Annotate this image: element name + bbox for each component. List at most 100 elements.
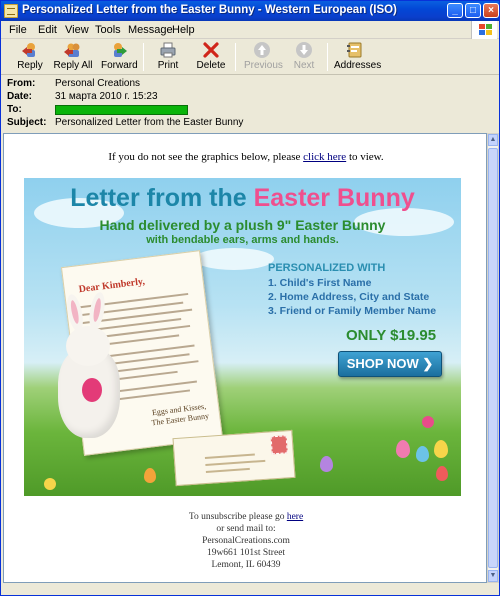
message-envelope-icon bbox=[4, 4, 18, 18]
previous-label: Previous bbox=[244, 60, 283, 71]
banner-subtitle: Hand delivered by a plush 9" Easter Bunn… bbox=[99, 217, 386, 233]
reply-all-icon bbox=[64, 43, 80, 57]
to-redacted-recipient bbox=[55, 105, 188, 115]
subject-value: Personalized Letter from the Easter Bunn… bbox=[55, 117, 244, 128]
previous-button[interactable]: Previous bbox=[244, 41, 283, 71]
banner-title-part: Letter from the bbox=[70, 184, 254, 212]
subject-label: Subject: bbox=[7, 117, 47, 128]
print-button[interactable]: Print bbox=[153, 41, 183, 71]
bunny-head bbox=[66, 326, 110, 366]
forward-label: Forward bbox=[101, 60, 138, 71]
bunny-bow bbox=[82, 378, 102, 402]
envelope-image bbox=[172, 429, 296, 487]
banner-title-highlight: Easter Bunny bbox=[253, 184, 415, 212]
easter-egg bbox=[144, 468, 156, 483]
personalized-item: 2. Home Address, City and State bbox=[268, 291, 430, 303]
reply-icon bbox=[22, 43, 35, 57]
next-button[interactable]: Next bbox=[289, 41, 319, 71]
city-address: Lemont, IL 60439 bbox=[211, 560, 281, 570]
stamp-icon bbox=[270, 435, 288, 455]
maximize-button[interactable]: □ bbox=[465, 3, 481, 18]
banner-title: Letter from the Easter Bunny bbox=[24, 184, 461, 213]
minimize-button[interactable]: _ bbox=[447, 3, 463, 18]
vertical-scrollbar[interactable]: ▲ ▼ bbox=[487, 133, 499, 583]
easter-bunny-banner[interactable]: Letter from the Easter Bunny Hand delive… bbox=[24, 178, 461, 496]
street-address: 19w661 101st Street bbox=[206, 548, 286, 558]
scroll-up-arrow-icon[interactable]: ▲ bbox=[488, 134, 498, 146]
reply-label: Reply bbox=[17, 60, 43, 71]
date-label: Date: bbox=[7, 91, 33, 102]
toolbar-separator bbox=[143, 43, 144, 71]
to-label: To: bbox=[7, 104, 22, 115]
printer-icon bbox=[160, 42, 176, 58]
menu-edit[interactable]: Edit bbox=[38, 24, 57, 36]
menu-bar: File Edit View Tools Message Help bbox=[1, 21, 499, 39]
reply-all-label: Reply All bbox=[53, 60, 93, 71]
graphics-notice: If you do not see the graphics below, pl… bbox=[4, 151, 486, 163]
forward-button[interactable]: Forward bbox=[101, 41, 138, 71]
window-title: Personalized Letter from the Easter Bunn… bbox=[22, 4, 397, 16]
message-headers: From: Personal Creations Date: 31 марта … bbox=[1, 76, 499, 130]
company-name: PersonalCreations.com bbox=[202, 536, 290, 546]
delete-x-icon bbox=[203, 42, 219, 58]
reply-button[interactable]: Reply bbox=[13, 41, 47, 71]
menu-message[interactable]: Message bbox=[128, 24, 173, 36]
message-body[interactable]: If you do not see the graphics below, pl… bbox=[3, 133, 487, 583]
toolbar-separator bbox=[327, 43, 328, 71]
unsubscribe-link[interactable]: here bbox=[287, 512, 303, 522]
mail-window: Personalized Letter from the Easter Bunn… bbox=[0, 0, 500, 596]
shop-now-button[interactable]: SHOP NOW ❯ bbox=[338, 351, 442, 377]
banner-subtitle-2: with bendable ears, arms and hands. bbox=[146, 234, 339, 246]
menu-tools[interactable]: Tools bbox=[95, 24, 121, 36]
from-label: From: bbox=[7, 78, 36, 89]
easter-egg bbox=[436, 466, 448, 481]
personalized-item: 1. Child's First Name bbox=[268, 277, 372, 289]
next-label: Next bbox=[293, 60, 315, 71]
forward-icon bbox=[114, 43, 127, 57]
personalized-item: 3. Friend or Family Member Name bbox=[268, 305, 437, 317]
flower bbox=[44, 478, 56, 490]
close-button[interactable]: × bbox=[483, 3, 499, 18]
toolbar: Reply Reply All Forward Print Delete Pre… bbox=[1, 39, 499, 75]
easter-egg bbox=[434, 440, 448, 458]
easter-egg bbox=[416, 446, 429, 462]
notice-text-post: to view. bbox=[346, 151, 384, 163]
cloud bbox=[194, 248, 274, 270]
addresses-button[interactable]: Addresses bbox=[334, 41, 382, 71]
click-here-link[interactable]: click here bbox=[303, 151, 346, 163]
scroll-down-arrow-icon[interactable]: ▼ bbox=[488, 570, 498, 582]
down-arrow-icon bbox=[296, 42, 312, 58]
addresses-label: Addresses bbox=[334, 60, 382, 71]
to-row: To: bbox=[7, 104, 207, 116]
envelope-address-line bbox=[204, 453, 255, 460]
mail-to-line: or send mail to: bbox=[216, 524, 276, 534]
menu-file[interactable]: File bbox=[9, 24, 27, 36]
windows-logo-icon bbox=[471, 21, 497, 39]
letter-greeting: Dear Kimberly, bbox=[78, 276, 146, 296]
address-book-icon bbox=[347, 42, 362, 58]
from-value: Personal Creations bbox=[55, 78, 141, 89]
easter-egg bbox=[320, 456, 333, 472]
envelope-address-line bbox=[205, 467, 250, 473]
up-arrow-icon bbox=[254, 42, 270, 58]
menu-view[interactable]: View bbox=[65, 24, 89, 36]
date-value: 31 марта 2010 г. 15:23 bbox=[55, 91, 158, 102]
unsubscribe-text: To unsubscribe please go bbox=[188, 512, 287, 522]
reply-all-button[interactable]: Reply All bbox=[53, 41, 93, 71]
envelope-address-line bbox=[205, 459, 266, 467]
toolbar-separator bbox=[235, 43, 236, 71]
flower bbox=[422, 416, 434, 428]
title-bar[interactable]: Personalized Letter from the Easter Bunn… bbox=[1, 1, 499, 21]
status-bar bbox=[1, 583, 499, 595]
print-label: Print bbox=[157, 60, 179, 71]
letter-signature: Eggs and Kisses, The Easter Bunny bbox=[151, 401, 210, 428]
unsubscribe-line: To unsubscribe please go here bbox=[4, 512, 486, 522]
easter-egg bbox=[396, 440, 410, 458]
personalized-title: PERSONALIZED WITH bbox=[268, 262, 386, 274]
delete-label: Delete bbox=[196, 60, 226, 71]
notice-text-pre: If you do not see the graphics below, pl… bbox=[108, 151, 304, 163]
price-label: ONLY $19.95 bbox=[346, 327, 437, 344]
menu-help[interactable]: Help bbox=[172, 24, 195, 36]
delete-button[interactable]: Delete bbox=[195, 41, 227, 71]
scroll-thumb[interactable] bbox=[488, 148, 498, 568]
